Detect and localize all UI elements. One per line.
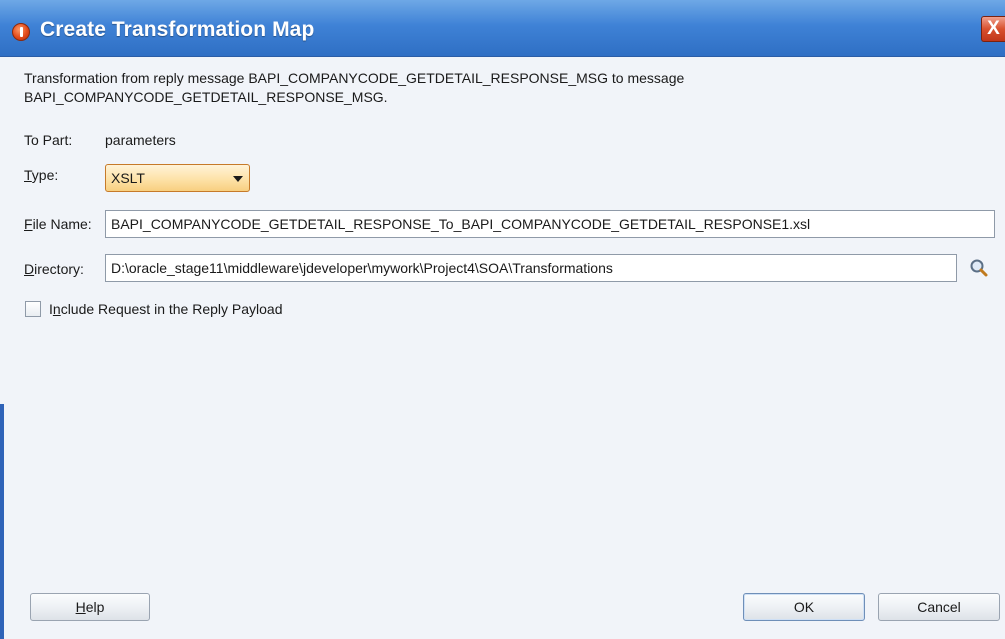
type-label: Type: <box>24 167 58 183</box>
window-edge-accent <box>0 404 4 639</box>
file-name-label-mnemonic: F <box>24 216 33 232</box>
help-button-mnemonic: H <box>75 599 86 615</box>
include-request-label-text: clude Request in the Reply Payload <box>60 301 283 317</box>
dropdown-arrow-icon <box>233 176 243 182</box>
help-button-text: elp <box>85 599 105 615</box>
directory-label: Directory: <box>24 261 84 277</box>
browse-search-icon[interactable] <box>968 257 990 279</box>
file-name-input[interactable] <box>105 210 995 238</box>
cancel-button[interactable]: Cancel <box>878 593 1000 621</box>
description-line-1: Transformation from reply message BAPI_C… <box>24 70 685 86</box>
type-select[interactable]: XSLT <box>105 164 250 192</box>
close-button[interactable]: X <box>981 16 1005 42</box>
dialog-title: Create Transformation Map <box>40 18 315 41</box>
to-part-label: To Part: <box>24 132 73 148</box>
file-name-label-text: ile Name: <box>32 216 92 232</box>
include-request-label[interactable]: Include Request in the Reply Payload <box>49 301 283 317</box>
directory-label-text: irectory: <box>34 261 84 277</box>
to-part-value: parameters <box>105 132 176 148</box>
include-request-checkbox[interactable] <box>25 301 41 317</box>
description-line-2: BAPI_COMPANYCODE_GETDETAIL_RESPONSE_MSG. <box>24 89 388 105</box>
create-transformation-map-dialog: Create Transformation Map X Transformati… <box>0 0 1005 639</box>
oracle-info-icon <box>12 23 30 41</box>
directory-label-mnemonic: D <box>24 261 35 277</box>
type-label-mnemonic: T <box>24 167 32 183</box>
transformation-description: Transformation from reply message BAPI_C… <box>24 69 684 107</box>
include-request-label-mnemonic: n <box>52 301 61 317</box>
type-label-text: ype: <box>31 167 59 183</box>
ok-button[interactable]: OK <box>743 593 865 621</box>
file-name-label: File Name: <box>24 216 92 232</box>
directory-input[interactable] <box>105 254 957 282</box>
help-button[interactable]: Help <box>30 593 150 621</box>
title-bar[interactable]: Create Transformation Map X <box>0 0 1005 57</box>
type-select-value: XSLT <box>111 170 145 186</box>
